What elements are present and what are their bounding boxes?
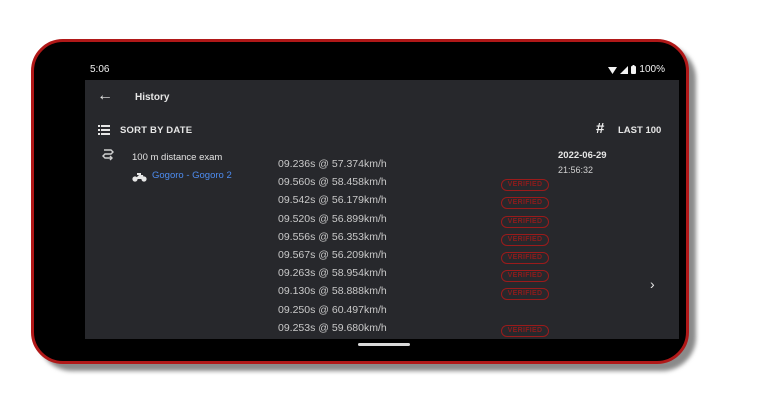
- app-screen: ← History SORT BY DATE # LAST 100 100 m …: [85, 80, 679, 339]
- battery-icon: [631, 65, 637, 74]
- result-value: 09.236s @ 57.374km/h: [278, 158, 387, 170]
- route-icon: [102, 149, 114, 161]
- result-value: 09.250s @ 60.497km/h: [278, 303, 387, 316]
- result-value: 09.520s @ 56.899km/h: [278, 212, 387, 225]
- status-icons: 100%: [608, 64, 665, 75]
- gesture-nav-bar[interactable]: [358, 343, 410, 346]
- status-time: 5:06: [90, 64, 110, 75]
- sort-bar: SORT BY DATE # LAST 100: [85, 120, 679, 144]
- result-row: 09.542s @ 56.179km/h VERIFIED: [278, 191, 568, 210]
- device-frame: 5:06 100% ← History SORT BY DATE # LAST …: [31, 39, 689, 364]
- result-value: 09.542s @ 56.179km/h: [278, 194, 387, 207]
- result-value: 09.567s @ 56.209km/h: [278, 249, 387, 261]
- verified-badge: VERIFIED: [501, 179, 549, 192]
- verified-badge: VERIFIED: [501, 197, 549, 210]
- result-row: 09.250s @ 60.497km/h: [278, 301, 568, 319]
- exam-name: 100 m distance exam: [132, 152, 223, 163]
- wifi-icon: [608, 66, 618, 74]
- status-bar: 5:06 100%: [90, 62, 665, 78]
- page-title: History: [135, 92, 170, 103]
- result-row: 09.556s @ 56.353km/h VERIFIED: [278, 228, 568, 246]
- vehicle-link[interactable]: Gogoro - Gogoro 2: [152, 170, 232, 181]
- chevron-right-icon[interactable]: ›: [650, 276, 655, 292]
- result-row: 09.567s @ 56.209km/h VERIFIED: [278, 246, 568, 264]
- hash-icon[interactable]: #: [596, 120, 604, 137]
- result-row: 09.520s @ 56.899km/h VERIFIED: [278, 210, 568, 228]
- result-value: 09.560s @ 58.458km/h: [278, 176, 387, 189]
- battery-percent: 100%: [639, 64, 665, 75]
- result-value: 09.130s @ 58.888km/h: [278, 285, 387, 298]
- result-value: 09.263s @ 58.954km/h: [278, 267, 387, 280]
- result-row: 09.560s @ 58.458km/h VERIFIED: [278, 173, 568, 192]
- result-value: 09.253s @ 59.680km/h: [278, 321, 387, 334]
- verified-badge: VERIFIED: [501, 324, 549, 337]
- sort-by-date-button[interactable]: SORT BY DATE: [120, 125, 192, 136]
- back-arrow-icon[interactable]: ←: [97, 88, 113, 104]
- sort-lines-icon[interactable]: [98, 125, 110, 135]
- motorcycle-icon: [132, 173, 147, 182]
- app-bar: ← History: [85, 80, 679, 116]
- result-row: 09.130s @ 58.888km/h VERIFIED: [278, 282, 568, 301]
- last-100-button[interactable]: LAST 100: [618, 125, 661, 136]
- verified-badge: VERIFIED: [501, 215, 549, 228]
- verified-badge: VERIFIED: [501, 270, 549, 283]
- result-value: 09.556s @ 56.353km/h: [278, 230, 387, 243]
- verified-badge: VERIFIED: [501, 233, 549, 246]
- verified-badge: VERIFIED: [501, 252, 549, 264]
- result-row: 09.253s @ 59.680km/h VERIFIED: [278, 319, 568, 337]
- verified-badge: VERIFIED: [501, 288, 549, 301]
- signal-icon: [620, 65, 629, 74]
- result-row: 09.236s @ 57.374km/h: [278, 155, 568, 173]
- result-row: 09.263s @ 58.954km/h VERIFIED: [278, 264, 568, 283]
